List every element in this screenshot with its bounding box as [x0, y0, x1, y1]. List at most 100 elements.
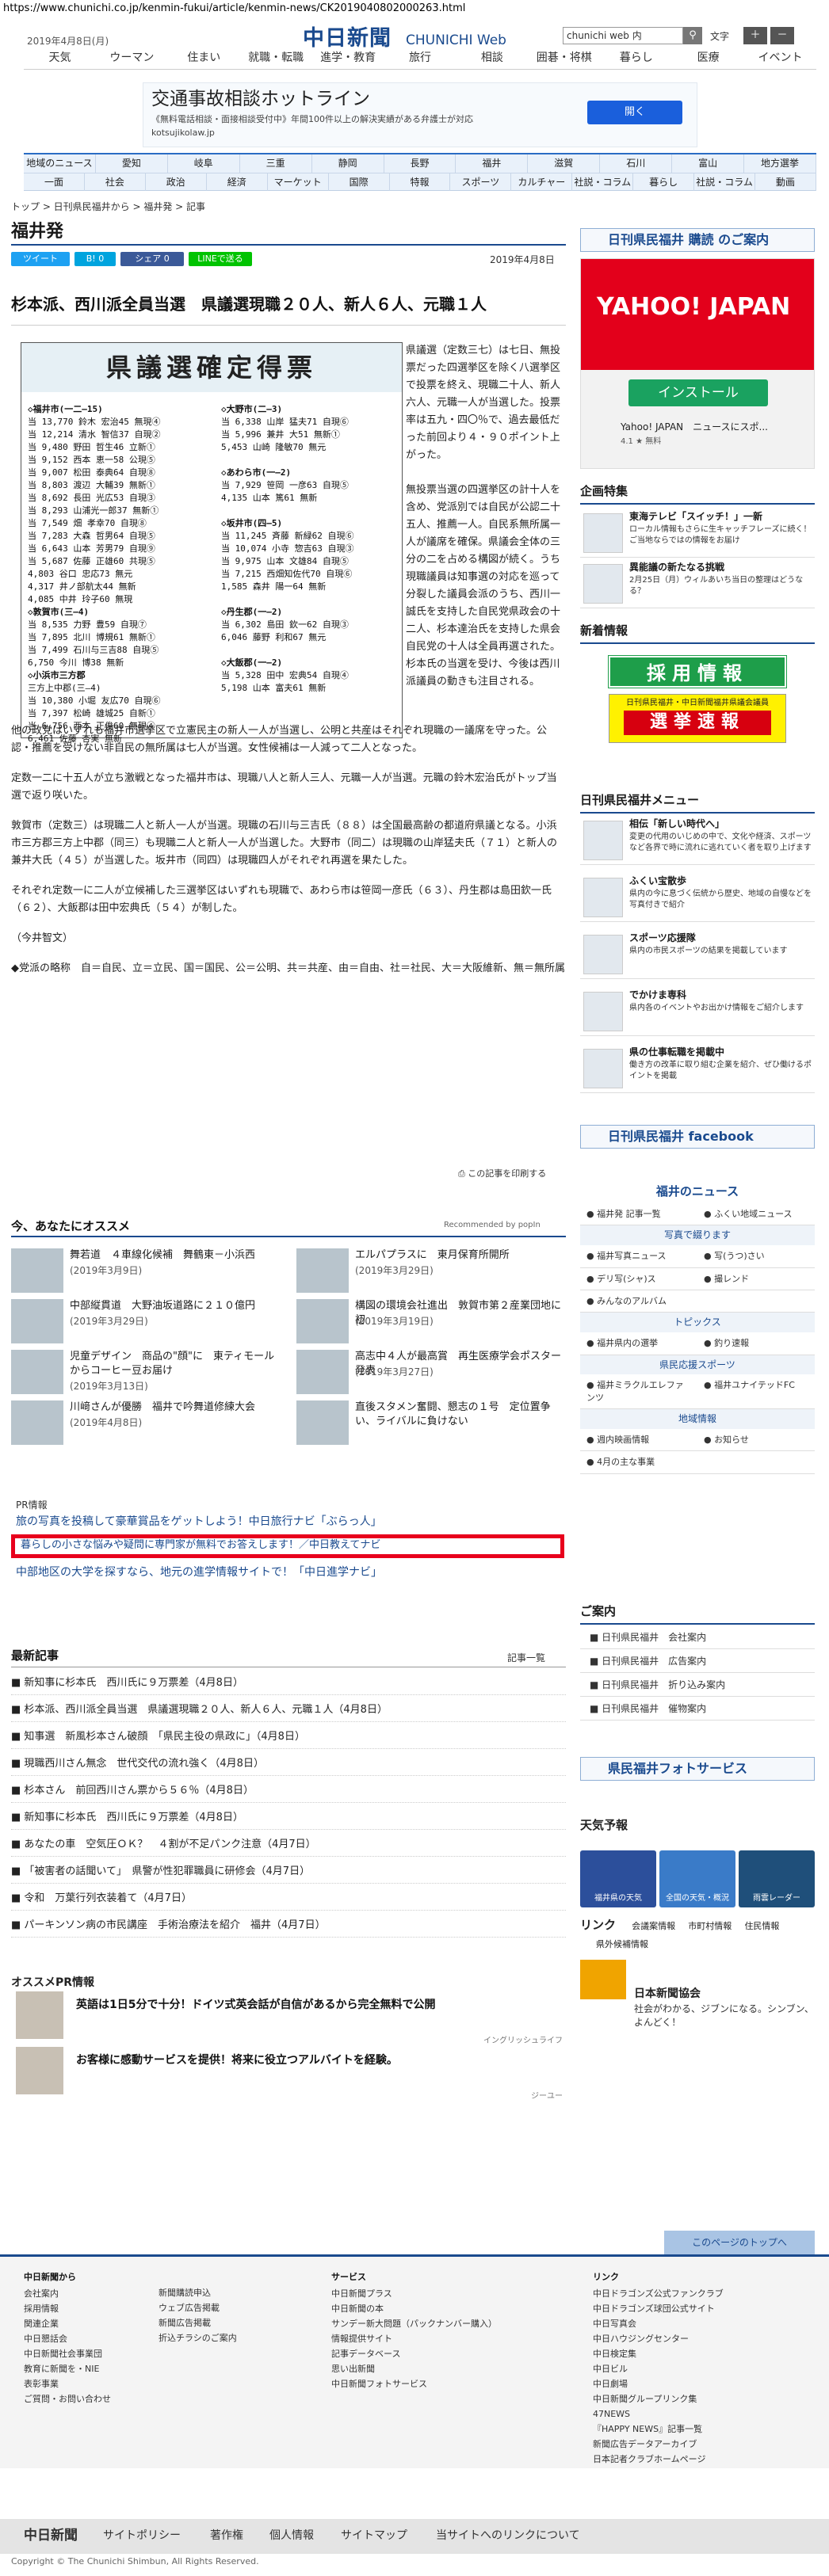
link-item[interactable]: 県外候補情報	[596, 1938, 815, 1950]
footer-link[interactable]: 思い出新聞	[331, 2361, 497, 2376]
kikaku-title[interactable]: 東海テレビ「スイッチ！」一新	[629, 510, 762, 524]
recommend-title[interactable]: 児童デザイン 商品の"顔"に 東ティモールからコーヒー豆お届け	[70, 1350, 281, 1378]
footer-link[interactable]: 中日劇場	[593, 2376, 724, 2391]
install-button[interactable]: インストール	[628, 379, 768, 406]
footer-link[interactable]: 表彰事業	[24, 2376, 111, 2391]
footer-link[interactable]: 中日ハウジングセンター	[593, 2331, 724, 2346]
recommend-item[interactable]: エルパプラスに 東月保育所開所 (2019年3月29日)	[296, 1248, 566, 1298]
footer-link[interactable]: 新聞広告データアーカイブ	[593, 2437, 724, 2452]
breadcrumb[interactable]: トップ > 日刊県民福井から > 福井発 > 記事	[11, 200, 205, 214]
region-nav-item[interactable]: 地方選挙	[744, 154, 816, 173]
latest-item[interactable]: ■ 現職西川さん無念 世代交代の流れ強く（4月8日）	[11, 1752, 566, 1776]
fukui-news-link[interactable]: ● 4月の主な事業	[580, 1451, 697, 1474]
genre-nav-item[interactable]: 政治	[146, 173, 207, 191]
menu-title[interactable]: 県の仕事転職を掲載中	[629, 1046, 724, 1059]
senkyo-banner[interactable]: 日刊県民福井・中日新聞福井県議会議員 選挙速報	[609, 694, 786, 743]
region-nav-item[interactable]: 静岡	[312, 154, 384, 173]
footer-link[interactable]: ウェブ広告掲載	[159, 2300, 237, 2315]
fukui-news-link[interactable]: ● 週内映画情報	[580, 1429, 697, 1452]
footer-link[interactable]: 新聞広告掲載	[159, 2315, 237, 2330]
tweet-button[interactable]: ツイート	[11, 252, 70, 266]
footer-link[interactable]: 記事データベース	[331, 2346, 497, 2361]
footer-link[interactable]: 中日新聞プラス	[331, 2286, 497, 2301]
footer-link[interactable]: 採用情報	[24, 2301, 111, 2316]
footer-link[interactable]: 関連企業	[24, 2316, 111, 2331]
fukui-news-link[interactable]: ● みんなのアルバム	[580, 1290, 697, 1313]
recommend-title[interactable]: 舞若道 ４車線化候補 舞鶴東－小浜西	[70, 1248, 281, 1263]
latest-item[interactable]: ■ 新知事に杉本氏 西川氏に９万票差（4月8日）	[11, 1671, 566, 1695]
footer-bar-link[interactable]: サイトマップ	[341, 2528, 407, 2544]
search-icon[interactable]: ⚲	[683, 27, 702, 44]
annai-item[interactable]: ■ 日刊県民福井 会社案内	[580, 1625, 815, 1649]
footer-link[interactable]: 折込チラシのご案内	[159, 2330, 237, 2345]
recommend-item[interactable]: 中部縦貫道 大野油坂道路に２１０億円 (2019年3月29日)	[11, 1299, 281, 1348]
ad-open-button[interactable]: 開く	[587, 101, 682, 124]
recommend-item[interactable]: 直後スタメン奮闘、懇志の１号 定位置争い、ライバルに負けない	[296, 1400, 566, 1450]
latest-item[interactable]: ■ 知事選 新風杉本さん破顔 「県民主役の県政に」（4月8日）	[11, 1725, 566, 1749]
menu-item[interactable]: でかけま専科 県内各のイベントやお出かけ情報をご紹介します	[580, 987, 815, 1036]
genre-nav-item[interactable]: 一面	[24, 173, 85, 191]
region-nav-item[interactable]: 岐阜	[168, 154, 240, 173]
latest-item[interactable]: ■ パーキンソン病の市民講座 手術治療法を紹介 福井（4月7日）	[11, 1914, 566, 1938]
tenki-fukui[interactable]: 福井県の天気	[580, 1850, 656, 1907]
region-nav-item[interactable]: 地域のニュース	[24, 154, 96, 173]
fukui-news-link[interactable]: ● お知らせ	[697, 1429, 815, 1452]
footer-link[interactable]: 中日新聞フォトサービス	[331, 2376, 497, 2391]
region-nav-item[interactable]: 長野	[384, 154, 457, 173]
topnav-item[interactable]: 就職・転職	[240, 49, 312, 69]
latest-item[interactable]: ■ 令和 万葉行列衣装着て（4月7日）	[11, 1887, 566, 1911]
footer-link[interactable]: 中日新聞グループリンク集	[593, 2391, 724, 2406]
ad-banner[interactable]: 交通事故相談ホットライン 《無料電話相談・面接相談受付中》年間100件以上の解決…	[143, 82, 697, 147]
menu-item[interactable]: 県の仕事転職を掲載中 働き方の改革に取り組む企業を紹介、ぜひ働けるポイントを掲載	[580, 1044, 815, 1093]
genre-nav-item[interactable]: 国際	[329, 173, 390, 191]
footer-link[interactable]: 中日新聞の本	[331, 2301, 497, 2316]
latest-item[interactable]: ■ 「被害者の話聞いて」 県警が性犯罪職員に研修会（4月7日）	[11, 1860, 566, 1884]
osusume-title[interactable]: 英語は1日5分で十分！ドイツ式英会話が自信があるから完全無料で公開	[76, 1998, 435, 2014]
osusume-item[interactable]: 英語は1日5分で十分！ドイツ式英会話が自信があるから完全無料で公開 イングリッシ…	[16, 1991, 563, 2045]
footer-link[interactable]: 新聞購読申込	[159, 2285, 237, 2300]
genre-nav-item[interactable]: 経済	[207, 173, 268, 191]
menu-title[interactable]: でかけま専科	[629, 989, 686, 1002]
region-nav-item[interactable]: 富山	[672, 154, 745, 173]
pr-link[interactable]: 暮らしの小さな悩みや疑問に専門家が無料でお答えします！／中日教えてナビ	[21, 1538, 380, 1553]
fukui-news-link[interactable]: ● 福井ミラクルエレファンツ	[580, 1374, 697, 1410]
line-share-button[interactable]: LINEで送る	[189, 252, 252, 266]
menu-title[interactable]: 相伝「新しい時代へ」	[629, 817, 724, 831]
fukui-news-link[interactable]: ● ふくい地域ニュース	[697, 1203, 815, 1226]
menu-title[interactable]: スポーツ応援隊	[629, 932, 696, 945]
latest-item[interactable]: ■ 杉本さん 前回西川さん票から５６％（4月8日）	[11, 1779, 566, 1803]
footer-link[interactable]: 日本記者クラブホームページ	[593, 2452, 724, 2467]
topnav-item[interactable]: 天気	[24, 49, 96, 69]
topnav-item[interactable]: 暮らし	[600, 49, 672, 69]
recommend-title[interactable]: 川﨑さんが優勝 福井で吟舞道修練大会	[70, 1400, 281, 1415]
font-minus-button[interactable]: －	[770, 27, 794, 44]
topnav-item[interactable]: 囲碁・将棋	[528, 49, 600, 69]
fukui-news-link[interactable]: ● 撮レンド	[697, 1268, 815, 1290]
topnav-item[interactable]: 相談	[456, 49, 528, 69]
fukui-news-link[interactable]: ● 釣り速報	[697, 1332, 815, 1355]
footer-link[interactable]: サンデー新大問題（パックナンバー購入）	[331, 2316, 497, 2331]
latest-item[interactable]: ■ あなたの車 空気圧ＯＫ？ ４割が不足パンク注意（4月7日）	[11, 1833, 566, 1857]
search-input[interactable]: chunichi web 内	[563, 27, 683, 44]
link-item[interactable]: 市町村情報	[688, 1921, 732, 1931]
region-nav-item[interactable]: 滋賀	[528, 154, 601, 173]
footer-link[interactable]: 中日ビル	[593, 2361, 724, 2376]
genre-nav-item[interactable]: スポーツ	[450, 173, 512, 191]
region-nav-item[interactable]: 福井	[456, 154, 529, 173]
latest-item[interactable]: ■ 新知事に杉本氏 西川氏に９万票差（4月8日）	[11, 1806, 566, 1830]
genre-nav-item[interactable]: 社会	[85, 173, 146, 191]
nihon-shinbun-title[interactable]: 日本新聞協会	[634, 1987, 701, 2002]
footer-link[interactable]: 中日新聞社会事業団	[24, 2346, 111, 2361]
tenki-radar[interactable]: 雨雲レーダー	[739, 1850, 815, 1907]
topnav-item[interactable]: 住まい	[168, 49, 240, 69]
latest-more-link[interactable]: 記事一覧	[507, 1652, 545, 1665]
link-item[interactable]: 会議案情報	[632, 1921, 675, 1931]
footer-link[interactable]: 中日ドラゴンズ公式ファンクラブ	[593, 2286, 724, 2301]
annai-item[interactable]: ■ 日刊県民福井 催物案内	[580, 1697, 815, 1721]
fukui-news-link[interactable]: ● 福井ユナイテッドFC	[697, 1374, 815, 1410]
hatena-button[interactable]: B! 0	[74, 252, 116, 266]
genre-nav-item[interactable]: 社説・コラム	[694, 173, 756, 191]
footer-logo[interactable]: 中日新聞	[24, 2527, 78, 2546]
genre-nav-item[interactable]: 特報	[390, 173, 451, 191]
recommend-title[interactable]: 直後スタメン奮闘、懇志の１号 定位置争い、ライバルに負けない	[355, 1400, 566, 1429]
